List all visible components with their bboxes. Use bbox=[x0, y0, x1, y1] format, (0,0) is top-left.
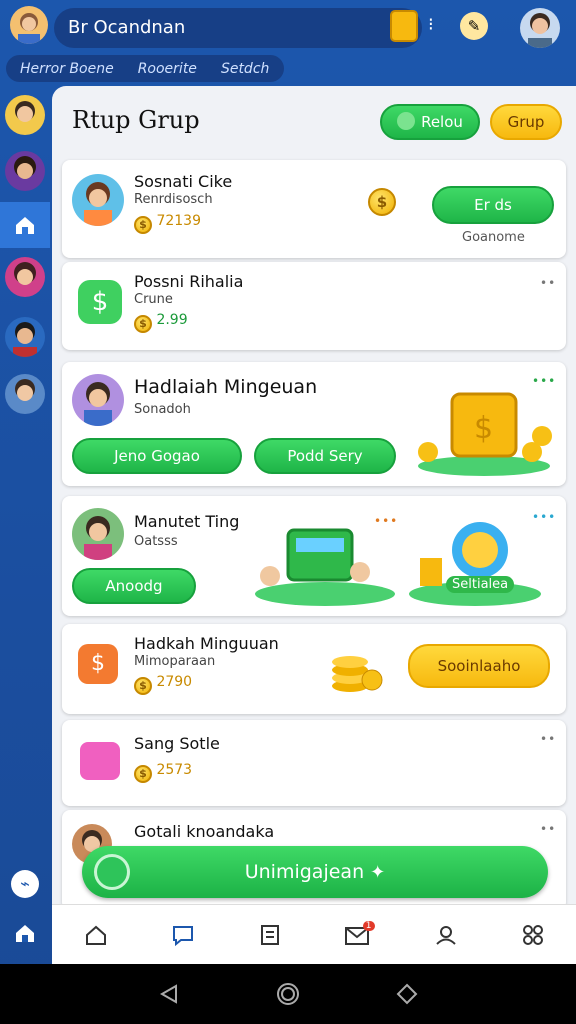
card-4[interactable]: Manutet Ting Oatsss Anoodg ••• Seltialea… bbox=[62, 496, 566, 616]
card-subtitle: Oatsss bbox=[134, 534, 178, 549]
card-right-button[interactable]: Podd Sery bbox=[254, 438, 396, 474]
grup-button[interactable]: Grup bbox=[490, 104, 562, 140]
orange-dots-icon: ••• bbox=[374, 514, 399, 528]
card-avatar bbox=[72, 508, 124, 560]
value-text: 72139 bbox=[156, 213, 201, 229]
coin-icon: $ bbox=[134, 315, 152, 333]
card-title: Gotali knoandaka bbox=[134, 822, 275, 841]
profile-avatar[interactable] bbox=[520, 8, 560, 48]
tab-1[interactable]: Herror Boene bbox=[20, 61, 114, 77]
fab-label: Unimigajean bbox=[244, 861, 365, 883]
card-button[interactable]: Anoodg bbox=[72, 568, 196, 604]
money-bag-icon: $ bbox=[78, 644, 118, 684]
notification-badge: 1 bbox=[362, 920, 375, 931]
value-text: 2.99 bbox=[156, 312, 188, 328]
app-title: Br Ocandnan bbox=[54, 8, 422, 48]
home-icon-bottom[interactable] bbox=[14, 922, 36, 944]
card-value: $ 2790 bbox=[134, 674, 192, 695]
more-icon[interactable]: •• bbox=[540, 276, 556, 290]
gift-icon bbox=[80, 742, 120, 780]
home-circle-icon[interactable] bbox=[276, 982, 300, 1006]
money-icon: $ bbox=[78, 280, 122, 324]
card-value: $ 72139 bbox=[134, 213, 201, 234]
wallet-icon[interactable] bbox=[390, 10, 418, 42]
edit-icon[interactable]: ✎ bbox=[460, 12, 488, 40]
coin-icon: $ bbox=[134, 216, 152, 234]
card-subtitle: Sonadoh bbox=[134, 402, 191, 417]
coin-stack-icon bbox=[332, 656, 383, 692]
mail-nav-icon[interactable]: 1 bbox=[344, 920, 375, 947]
more-icon[interactable]: •• bbox=[540, 822, 556, 836]
home-nav-icon[interactable] bbox=[84, 923, 108, 947]
sidebar-avatar-4[interactable] bbox=[5, 317, 45, 357]
app-root: Br Ocandnan ⁝ ✎ Herror Boene Rooerite Se… bbox=[0, 0, 576, 1024]
dollar-icon bbox=[397, 112, 416, 130]
card-6[interactable]: Sang Sotle $ 2573 •• bbox=[62, 720, 566, 806]
floating-action-button[interactable]: Unimigajean ✦ bbox=[82, 846, 548, 898]
home-icon bbox=[16, 217, 34, 234]
dollar-icon bbox=[94, 854, 130, 890]
tab-bar: Herror Boene Rooerite Setdch bbox=[6, 55, 284, 82]
sidebar-home-button[interactable] bbox=[0, 202, 50, 248]
sidebar-avatar-1[interactable] bbox=[5, 95, 45, 135]
card-title: Manutet Ting bbox=[134, 512, 240, 531]
value-text: 2573 bbox=[156, 762, 193, 778]
chat-nav-icon[interactable] bbox=[171, 923, 195, 947]
help-icon[interactable]: ⌁ bbox=[11, 870, 39, 898]
sparkle-icon: ✦ bbox=[370, 862, 386, 883]
coin-icon: $ bbox=[134, 677, 152, 695]
tab-3[interactable]: Setdch bbox=[221, 61, 269, 77]
card-left-button[interactable]: Jeno Gogao bbox=[72, 438, 242, 474]
user-avatar[interactable] bbox=[10, 6, 48, 44]
card-5[interactable]: $ Hadkah Minguuan Mimoparaan $ 2790 Sooi… bbox=[62, 624, 566, 714]
card-caption: Goanome bbox=[462, 230, 525, 245]
card-1[interactable]: Sosnati Cike Renrdisosch $ 72139 $ Er ds… bbox=[62, 160, 566, 258]
card-avatar bbox=[72, 174, 124, 226]
top-bar: Br Ocandnan ⁝ ✎ bbox=[0, 0, 576, 56]
svg-text:$: $ bbox=[474, 411, 493, 446]
relou-label: Relou bbox=[421, 113, 463, 131]
action-label: Er ds bbox=[474, 196, 512, 214]
card-action-button[interactable]: Sooinlaaho bbox=[408, 644, 550, 688]
coin-icon: $ bbox=[368, 188, 396, 216]
card-2[interactable]: $ Possni Rihalia Crune $ 2.99 •• bbox=[62, 262, 566, 350]
card-title: Possni Rihalia bbox=[134, 272, 244, 291]
recents-icon[interactable] bbox=[396, 983, 418, 1005]
android-nav-bar bbox=[0, 964, 576, 1024]
card-3[interactable]: Hadlaiah Mingeuan Sonadoh Jeno Gogao Pod… bbox=[62, 362, 566, 486]
back-icon[interactable] bbox=[158, 983, 180, 1005]
card-value: $ 2.99 bbox=[134, 312, 188, 333]
bottom-navigation: 1 bbox=[52, 904, 576, 964]
grid-dots-icon[interactable]: ••• bbox=[532, 510, 556, 524]
coin-icon: $ bbox=[134, 765, 152, 783]
card-title: Sang Sotle bbox=[134, 734, 220, 753]
card-subtitle: Crune bbox=[134, 292, 173, 307]
card-action-button[interactable]: Er ds bbox=[432, 186, 554, 224]
value-text: 2790 bbox=[156, 674, 193, 690]
card-subtitle: Mimoparaan bbox=[134, 654, 216, 669]
sidebar-avatar-2[interactable] bbox=[5, 151, 45, 191]
sidebar-avatar-3[interactable] bbox=[5, 257, 45, 297]
tab-2[interactable]: Rooerite bbox=[138, 61, 197, 77]
card-title: Sosnati Cike bbox=[134, 172, 233, 191]
sidebar-avatar-5[interactable] bbox=[5, 374, 45, 414]
apps-nav-icon[interactable] bbox=[521, 923, 545, 947]
card-avatar bbox=[72, 374, 124, 426]
more-menu-icon[interactable]: ⁝ bbox=[428, 14, 434, 35]
main-panel: Rtup Grup Relou Grup Sosnati Cike Renrdi… bbox=[52, 86, 576, 964]
treasure-chest-icon: $ bbox=[418, 392, 552, 476]
list-nav-icon[interactable] bbox=[258, 923, 282, 947]
grid-dots-icon[interactable]: ••• bbox=[532, 374, 556, 388]
card-title: Hadlaiah Mingeuan bbox=[134, 376, 318, 398]
more-icon[interactable]: •• bbox=[540, 732, 556, 746]
status-badge: Seltialea bbox=[446, 576, 515, 593]
card-title: Hadkah Minguuan bbox=[134, 634, 279, 653]
relou-button[interactable]: Relou bbox=[380, 104, 480, 140]
people-nav-icon[interactable] bbox=[434, 923, 458, 947]
card-subtitle: Renrdisosch bbox=[134, 192, 213, 207]
card-value: $ 2573 bbox=[134, 762, 192, 783]
page-title: Rtup Grup bbox=[72, 106, 200, 134]
panel-header: Rtup Grup Relou Grup bbox=[52, 86, 576, 156]
